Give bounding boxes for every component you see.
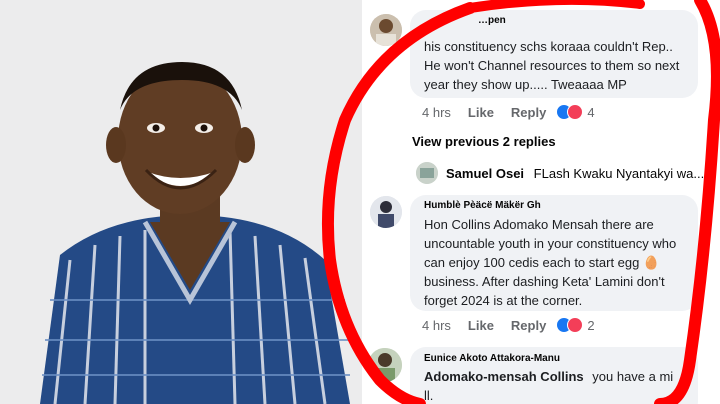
reply-link[interactable]: Reply bbox=[511, 105, 546, 120]
comment-line: ll. bbox=[424, 388, 434, 403]
love-reaction-icon bbox=[567, 104, 584, 120]
reply-preview[interactable]: Samuel Osei FLash Kwaku Nyantakyi wa... bbox=[446, 166, 704, 181]
comment-line: his constituency schs koraaa couldn't Re… bbox=[424, 39, 673, 54]
avatar-image-icon bbox=[368, 348, 402, 382]
comments-panel: …pen his constituency schs koraaa couldn… bbox=[362, 0, 720, 404]
reaction-count: 4 bbox=[587, 104, 595, 120]
reactions[interactable]: 4 bbox=[556, 104, 595, 120]
comment-author[interactable]: Eunice Akoto Attakora-Manu bbox=[424, 353, 560, 364]
comment-bubble: …pen his constituency schs koraaa couldn… bbox=[410, 10, 698, 98]
comment-meta: 4 hrs Like Reply 2 bbox=[422, 317, 595, 333]
reply-text: FLash Kwaku Nyantakyi wa... bbox=[533, 166, 705, 181]
comment-time[interactable]: 4 hrs bbox=[422, 318, 451, 333]
comment-line: forget 2024 is at the corner. bbox=[424, 293, 583, 308]
comment-line: Adomako-mensah Collins you have a mi bbox=[424, 367, 673, 386]
comment-text: his constituency schs koraaa couldn't Re… bbox=[424, 37, 679, 94]
comment-line: year they show up..... Tweaaaa MP bbox=[424, 77, 627, 92]
avatar-image-icon bbox=[370, 14, 402, 46]
comment-bubble: Humblè Pèäcë Mäkër Gh Hon Collins Adomak… bbox=[410, 195, 698, 311]
comment-line: Hon Collins Adomako Mensah there are bbox=[424, 217, 654, 232]
comment-meta: 4 hrs Like Reply 4 bbox=[422, 104, 595, 120]
view-previous-replies-link[interactable]: View previous 2 replies bbox=[412, 134, 556, 149]
reply-link[interactable]: Reply bbox=[511, 318, 546, 333]
like-link[interactable]: Like bbox=[468, 105, 494, 120]
comment-text: Hon Collins Adomako Mensah there are unc… bbox=[424, 215, 676, 310]
comment-text: Adomako-mensah Collins you have a mi ll. bbox=[424, 367, 673, 404]
comment-line: uncountable youth in your constituency w… bbox=[424, 236, 677, 251]
reaction-count: 2 bbox=[587, 317, 595, 333]
avatar-image-icon bbox=[370, 196, 402, 228]
mention-link[interactable]: Adomako-mensah Collins bbox=[424, 369, 584, 384]
reactions[interactable]: 2 bbox=[556, 317, 595, 333]
love-reaction-icon bbox=[567, 317, 584, 333]
comment-author[interactable]: Humblè Pèäcë Mäkër Gh bbox=[424, 200, 541, 211]
profile-photo bbox=[0, 0, 362, 404]
commenter-avatar[interactable] bbox=[370, 14, 402, 46]
comment-line: business. After dashing Keta' Lamini don… bbox=[424, 274, 665, 289]
reply-avatar[interactable] bbox=[416, 162, 438, 184]
comment-bubble: Eunice Akoto Attakora-Manu Adomako-mensa… bbox=[410, 347, 698, 404]
comment-line: He won't Channel resources to them so ne… bbox=[424, 58, 680, 73]
commenter-avatar[interactable] bbox=[370, 196, 402, 228]
like-link[interactable]: Like bbox=[468, 318, 494, 333]
comment-author[interactable]: …pen bbox=[478, 15, 506, 26]
avatar-image-icon bbox=[416, 162, 438, 184]
comment-fragment: you have a mi bbox=[592, 369, 674, 384]
commenter-avatar[interactable] bbox=[368, 348, 402, 382]
reply-author[interactable]: Samuel Osei bbox=[446, 166, 524, 181]
comment-line: can enjoy 100 cedis each to start egg 🥚 bbox=[424, 255, 660, 270]
comment-time[interactable]: 4 hrs bbox=[422, 105, 451, 120]
